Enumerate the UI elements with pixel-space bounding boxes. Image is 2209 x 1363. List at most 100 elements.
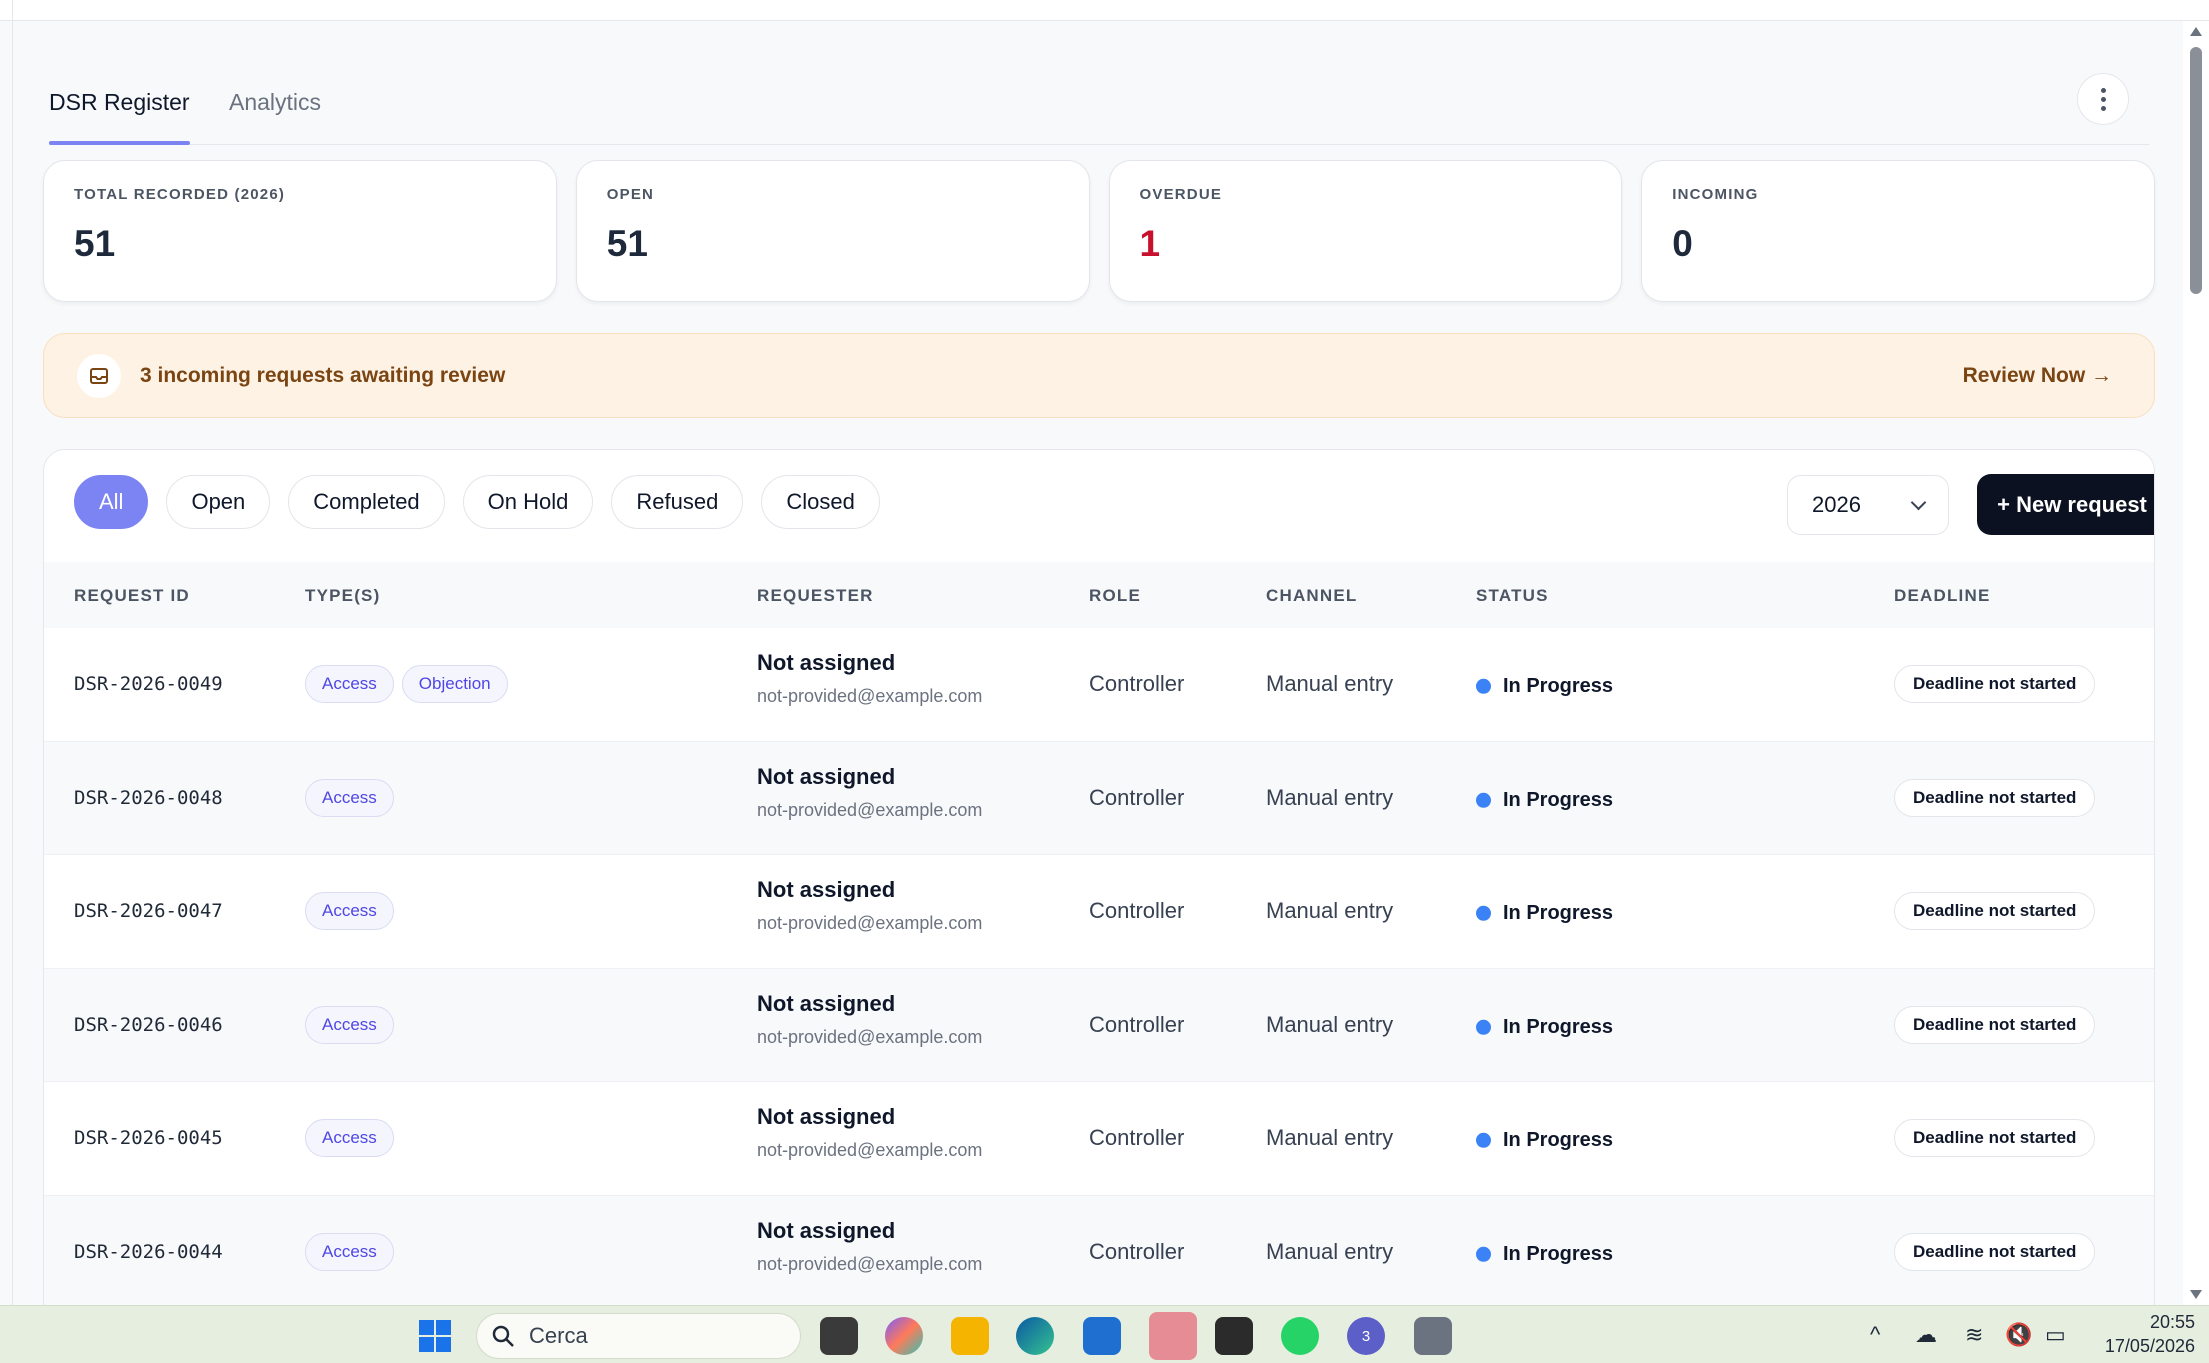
type-chip: Objection	[401, 665, 508, 704]
chevron-up-icon[interactable]: ^	[1870, 1322, 1880, 1348]
filter-closed[interactable]: Closed	[761, 475, 880, 529]
stat-value: 51	[74, 223, 116, 264]
role-cell: Controller	[1089, 671, 1185, 697]
clock-date: 17/05/2026	[2104, 1336, 2195, 1356]
requester-cell: Not assigned not-provided@example.com	[757, 991, 982, 1048]
wifi-icon[interactable]: ≋	[1965, 1322, 1983, 1348]
column-header-status[interactable]: STATUS	[1476, 586, 1549, 606]
status-dot-icon	[1476, 906, 1491, 922]
edge-browser-icon[interactable]	[1016, 1317, 1054, 1355]
table-row[interactable]: DSR-2026-0049 Access Objection Not assig…	[44, 628, 2154, 742]
column-header-types[interactable]: TYPE(S)	[305, 586, 380, 606]
filter-refused[interactable]: Refused	[611, 475, 744, 529]
column-header-request-id[interactable]: REQUEST ID	[74, 586, 190, 606]
kebab-dot-icon	[2100, 87, 2106, 93]
channel-cell: Manual entry	[1266, 1011, 1394, 1037]
vertical-scrollbar[interactable]	[2183, 21, 2209, 1305]
task-view-icon[interactable]	[820, 1317, 858, 1355]
channel-cell: Manual entry	[1266, 898, 1394, 924]
type-chip: Access	[305, 1232, 394, 1271]
notepad-icon[interactable]	[1414, 1317, 1452, 1355]
app-active-icon[interactable]	[1149, 1312, 1197, 1360]
system-clock[interactable]: 20:55 17/05/2026	[2095, 1310, 2195, 1358]
type-chips: Access	[305, 892, 394, 931]
role-cell: Controller	[1089, 1011, 1185, 1037]
cloud-icon[interactable]: ☁	[1915, 1322, 1937, 1348]
type-chip: Access	[305, 665, 394, 704]
request-id: DSR-2026-0049	[74, 673, 223, 696]
speaker-muted-icon[interactable]: 🔇	[2005, 1322, 2032, 1348]
taskbar-search[interactable]: Cerca	[476, 1313, 801, 1359]
deadline-badge: Deadline not started	[1894, 665, 2096, 704]
banner-text: 3 incoming requests awaiting review	[140, 364, 506, 387]
copilot-icon[interactable]	[885, 1317, 923, 1355]
clock-time: 20:55	[2149, 1312, 2195, 1332]
terminal-icon[interactable]	[1215, 1317, 1253, 1355]
stat-value: 51	[606, 223, 648, 264]
dsr-app: DSR Register Analytics TOTAL RECORDED (2…	[13, 21, 2183, 1305]
scrollbar-thumb[interactable]	[2190, 47, 2202, 294]
status-dot-icon	[1476, 1133, 1491, 1149]
more-options-button[interactable]	[2077, 73, 2129, 125]
kebab-dot-icon	[2100, 105, 2106, 111]
status-text: In Progress	[1503, 1129, 1614, 1152]
filter-on-hold[interactable]: On Hold	[462, 475, 594, 529]
stat-card-incoming: INCOMING 0	[1641, 160, 2155, 302]
status-dot-icon	[1476, 679, 1491, 695]
column-header-deadline[interactable]: DEADLINE	[1894, 586, 1991, 606]
deadline-badge: Deadline not started	[1894, 778, 2096, 817]
search-icon	[492, 1325, 514, 1347]
kebab-dot-icon	[2100, 96, 2106, 102]
windows-start-icon[interactable]	[419, 1320, 451, 1352]
filter-completed[interactable]: Completed	[288, 475, 445, 529]
column-header-role[interactable]: ROLE	[1089, 586, 1141, 606]
requester-email: not-provided@example.com	[757, 1253, 983, 1274]
status-cell: In Progress	[1476, 675, 1613, 698]
status-cell: In Progress	[1476, 1129, 1613, 1152]
type-chips: Access	[305, 1005, 394, 1044]
year-value: 2026	[1812, 492, 1861, 517]
battery-icon[interactable]: ▭	[2045, 1322, 2066, 1348]
scroll-down-arrow-icon[interactable]	[2190, 1290, 2202, 1299]
table-row[interactable]: DSR-2026-0048 Access Not assigned not-pr…	[44, 741, 2154, 855]
table-row[interactable]: DSR-2026-0047 Access Not assigned not-pr…	[44, 855, 2154, 969]
role-cell: Controller	[1089, 784, 1185, 810]
teams-icon[interactable]: 3	[1347, 1317, 1385, 1355]
channel-cell: Manual entry	[1266, 1125, 1394, 1151]
table-row[interactable]: DSR-2026-0044 Access Not assigned not-pr…	[44, 1195, 2154, 1305]
microsoft-store-icon[interactable]	[1083, 1317, 1121, 1355]
status-text: In Progress	[1503, 1242, 1614, 1265]
new-request-button[interactable]: + New request	[1977, 474, 2154, 535]
type-chips: Access	[305, 1232, 394, 1271]
stat-label: OPEN	[606, 186, 655, 203]
whatsapp-icon[interactable]	[1281, 1317, 1319, 1355]
year-select[interactable]: 2026	[1787, 475, 1949, 535]
scroll-up-arrow-icon[interactable]	[2190, 27, 2202, 36]
requester-cell: Not assigned not-provided@example.com	[757, 650, 982, 707]
column-header-channel[interactable]: CHANNEL	[1266, 586, 1358, 606]
table-row[interactable]: DSR-2026-0046 Access Not assigned not-pr…	[44, 968, 2154, 1082]
filter-open[interactable]: Open	[166, 475, 271, 529]
inbox-icon	[77, 354, 121, 398]
status-cell: In Progress	[1476, 902, 1613, 925]
channel-cell: Manual entry	[1266, 784, 1394, 810]
status-text: In Progress	[1503, 1015, 1614, 1038]
file-explorer-icon[interactable]	[951, 1317, 989, 1355]
table-row[interactable]: DSR-2026-0045 Access Not assigned not-pr…	[44, 1082, 2154, 1196]
stat-label: INCOMING	[1672, 186, 1759, 203]
requester-cell: Not assigned not-provided@example.com	[757, 764, 982, 821]
status-dot-icon	[1476, 1246, 1491, 1262]
chevron-down-icon	[1910, 494, 1927, 510]
column-header-requester[interactable]: REQUESTER	[757, 586, 874, 606]
requester-cell: Not assigned not-provided@example.com	[757, 877, 982, 934]
requester-email: not-provided@example.com	[757, 1140, 983, 1160]
tab-dsr-register[interactable]: DSR Register	[49, 89, 190, 145]
status-text: In Progress	[1503, 675, 1614, 698]
stat-value: 0	[1672, 223, 1693, 264]
review-now-link[interactable]: Review Now →	[1963, 364, 2112, 388]
tab-analytics[interactable]: Analytics	[229, 89, 321, 145]
notification-badge: 3	[1361, 1327, 1371, 1345]
incoming-requests-banner: 3 incoming requests awaiting review Revi…	[43, 333, 2155, 418]
filter-all[interactable]: All	[74, 475, 149, 529]
browser-top-strip	[0, 0, 2209, 21]
